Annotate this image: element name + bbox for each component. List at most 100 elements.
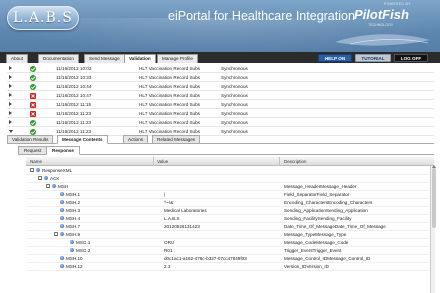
- tree-node: MSH.3: [60, 208, 80, 214]
- tab-request[interactable]: Request: [18, 146, 48, 155]
- tree-row[interactable]: - ResponseXML: [26, 167, 434, 175]
- node-description: Date_Time_Of_MessageDate_Time_Of_Message: [284, 224, 386, 229]
- node-description: Sending_ApplicationSending_Application: [284, 208, 368, 213]
- collapse-arrow-icon[interactable]: [9, 130, 13, 133]
- tree-row[interactable]: MSG.2 R01 Trigger_EventTrigger_Event: [26, 247, 434, 255]
- collapse-toggle-icon[interactable]: -: [30, 168, 34, 173]
- tab-manage-profile[interactable]: Manage Profile: [157, 54, 198, 63]
- tree-node: - MSH.9: [54, 232, 80, 238]
- node-ball-icon: [60, 232, 64, 236]
- scroll-thumb[interactable]: [431, 168, 436, 228]
- node-value: 2.3: [164, 264, 171, 269]
- node-name: MSH.10: [66, 256, 83, 261]
- grid-scrollbar[interactable]: [430, 165, 436, 293]
- tree-row[interactable]: - MSH.9 Message_TypeMessage_Type: [26, 231, 434, 239]
- node-ball-icon: [60, 208, 64, 212]
- record-date: 11/16/2012 10:47: [56, 92, 92, 98]
- node-value: Medical Laboratories: [164, 208, 207, 213]
- record-row[interactable]: 11/16/2012 11:23 HL7 Vaccination Record …: [7, 109, 434, 118]
- tree-row[interactable]: MSH.7 20120526131423 Date_Time_Of_Messag…: [26, 223, 434, 231]
- record-mode: Synchronous: [221, 101, 248, 107]
- log-off-button[interactable]: LOG OFF: [394, 54, 428, 62]
- record-row[interactable]: 11/16/2012 10:44 HL7 Vaccination Record …: [7, 82, 434, 91]
- node-value: L.A.B.S: [164, 216, 180, 221]
- tab-response[interactable]: Response: [46, 146, 80, 155]
- node-ball-icon: [36, 168, 40, 172]
- tree-row[interactable]: MSG.1 ORU Message_CodeMessage_Code: [26, 239, 434, 247]
- column-name-header[interactable]: Name: [30, 159, 42, 164]
- record-mode: Synchronous: [221, 83, 248, 89]
- node-name: MSH.12: [66, 264, 83, 269]
- node-name: ResponseXML: [42, 168, 73, 173]
- tab-related-messages[interactable]: Related Messages: [152, 135, 201, 144]
- record-date: 11/16/2012 10:44: [56, 83, 92, 89]
- expand-arrow-icon[interactable]: [9, 93, 12, 97]
- record-mode: Synchronous: [221, 110, 248, 116]
- column-divider[interactable]: [153, 157, 154, 166]
- record-mode: Synchronous: [221, 65, 248, 71]
- success-check-icon: [30, 83, 36, 90]
- tree-row[interactable]: - ACK: [26, 175, 434, 183]
- message-tree-grid: Name Value Description - ResponseXML - ACK…: [26, 157, 434, 293]
- tab-actions[interactable]: Actions: [123, 135, 149, 144]
- node-ball-icon: [52, 184, 56, 188]
- expand-arrow-icon[interactable]: [9, 66, 12, 70]
- record-mode: Synchronous: [221, 128, 248, 134]
- node-ball-icon: [60, 200, 64, 204]
- validation-record-list: 11/16/2012 10:03 HL7 Vaccination Record …: [7, 64, 434, 136]
- record-row[interactable]: 11/16/2012 11:23 HL7 Vaccination Record …: [7, 118, 434, 127]
- node-description: Field_SeparatorField_Separator: [284, 192, 350, 197]
- node-value: 20120526131423: [164, 224, 200, 229]
- tree-node: MSH.12: [60, 264, 83, 270]
- column-value-header[interactable]: Value: [157, 159, 168, 164]
- column-divider[interactable]: [279, 157, 280, 166]
- tab-documentation[interactable]: Documentation: [38, 54, 79, 63]
- expand-arrow-icon[interactable]: [9, 102, 12, 106]
- node-ball-icon: [44, 176, 48, 180]
- record-row[interactable]: 11/16/2012 10:03 HL7 Vaccination Record …: [7, 64, 434, 73]
- record-type: HL7 Vaccination Record Subs: [139, 92, 200, 98]
- collapse-toggle-icon[interactable]: -: [46, 184, 50, 189]
- success-check-icon: [30, 128, 36, 135]
- portal-title: eiPortal for Healthcare Integration: [168, 9, 355, 23]
- fish-graphic-icon: [335, 34, 430, 46]
- tab-message-contents[interactable]: Message Contents: [57, 135, 108, 144]
- column-description-header[interactable]: Description: [284, 159, 307, 164]
- node-description: Trigger_EventTrigger_Event: [284, 248, 342, 253]
- tree-node: MSH.2: [60, 200, 80, 206]
- node-description: Version_IDVersion_ID: [284, 264, 329, 269]
- tutorial-button[interactable]: TUTORIAL: [355, 54, 391, 62]
- node-ball-icon: [60, 192, 64, 196]
- collapse-toggle-icon[interactable]: -: [54, 232, 58, 237]
- tree-row[interactable]: MSH.4 L.A.B.S Sending_FacilitySending_Fa…: [26, 215, 434, 223]
- tab-validation-results[interactable]: Validation Results: [7, 135, 54, 144]
- node-description: Message_TypeMessage_Type: [284, 232, 347, 237]
- tree-row[interactable]: - MSH Message_HeaderMessage_Header: [26, 183, 434, 191]
- expand-arrow-icon[interactable]: [9, 84, 12, 88]
- tree-row[interactable]: MSH.1 | Field_SeparatorField_Separator: [26, 191, 434, 199]
- expand-arrow-icon[interactable]: [9, 120, 12, 124]
- tree-row[interactable]: MSH.12 2.3 Version_IDVersion_ID: [26, 263, 434, 271]
- record-date: 11/16/2012 11:23: [56, 119, 92, 125]
- record-row[interactable]: 11/16/2012 11:15 HL7 Vaccination Record …: [7, 100, 434, 109]
- node-ball-icon: [60, 224, 64, 228]
- expand-arrow-icon[interactable]: [9, 75, 12, 79]
- tab-send-message[interactable]: Send Message: [84, 54, 125, 63]
- record-row[interactable]: 11/16/2012 10:47 HL7 Vaccination Record …: [7, 91, 434, 100]
- tree-row[interactable]: MSH.10 d0c1ac1-a162-476c-b327-07cc47849f…: [26, 255, 434, 263]
- expand-arrow-icon[interactable]: [9, 111, 12, 115]
- tree-row[interactable]: MSH.2 ^~\& Encoding_CharactersEncoding_C…: [26, 199, 434, 207]
- tab-validation[interactable]: Validation: [124, 54, 156, 63]
- help-on-button[interactable]: HELP ON: [318, 54, 352, 62]
- message-sub-tab-bar: Request Response: [18, 146, 434, 155]
- tab-about[interactable]: About: [6, 54, 29, 63]
- node-name: MSG.2: [76, 248, 91, 253]
- app-header: L.A.B.S eiPortal for Healthcare Integrat…: [0, 0, 440, 52]
- record-date: 11/16/2012 11:23: [56, 110, 92, 116]
- node-name: MSH.4: [66, 216, 81, 221]
- tree-row[interactable]: MSH.3 Medical Laboratories Sending_Appli…: [26, 207, 434, 215]
- tree-node: MSH.1: [60, 192, 80, 198]
- record-row[interactable]: 11/16/2012 10:33 HL7 Vaccination Record …: [7, 73, 434, 82]
- collapse-toggle-icon[interactable]: -: [38, 176, 42, 181]
- record-date: 11/16/2012 10:33: [56, 74, 92, 80]
